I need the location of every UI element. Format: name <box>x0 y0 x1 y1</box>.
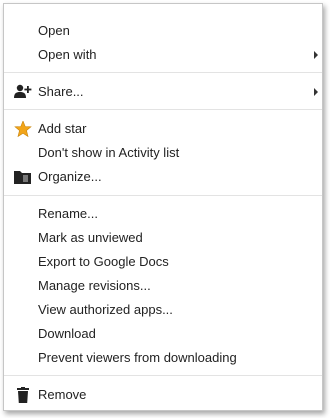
menu-item-organize[interactable]: Organize... <box>4 165 322 189</box>
export-docs-label: Export to Google Docs <box>38 254 169 269</box>
mark-unviewed-label: Mark as unviewed <box>38 230 143 245</box>
open-label: Open <box>38 23 70 38</box>
dont-show-label: Don't show in Activity list <box>38 145 180 160</box>
add-person-icon <box>14 84 32 100</box>
star-icon <box>14 120 32 138</box>
rename-label: Rename... <box>38 206 98 221</box>
menu-item-view-authorized-apps[interactable]: View authorized apps... <box>4 298 322 322</box>
menu-item-mark-unviewed[interactable]: Mark as unviewed <box>4 226 322 250</box>
download-label: Download <box>38 326 96 341</box>
menu-item-remove[interactable]: Remove <box>4 383 322 407</box>
view-apps-label: View authorized apps... <box>38 302 173 317</box>
menu-item-open[interactable]: Open <box>4 19 322 43</box>
folder-icon <box>14 169 32 185</box>
menu-item-open-with[interactable]: Open with <box>4 43 322 67</box>
menu-item-export-google-docs[interactable]: Export to Google Docs <box>4 250 322 274</box>
context-menu: Open Open with Share... Add star Don't s… <box>3 3 323 411</box>
open-with-label: Open with <box>38 47 97 62</box>
menu-item-prevent-download[interactable]: Prevent viewers from downloading <box>4 346 322 370</box>
submenu-arrow-icon <box>314 51 318 59</box>
menu-item-rename[interactable]: Rename... <box>4 202 322 226</box>
share-label: Share... <box>38 84 84 99</box>
separator <box>4 109 322 110</box>
menu-item-manage-revisions[interactable]: Manage revisions... <box>4 274 322 298</box>
separator <box>4 72 322 73</box>
menu-item-dont-show-activity[interactable]: Don't show in Activity list <box>4 141 322 165</box>
manage-revisions-label: Manage revisions... <box>38 278 151 293</box>
menu-item-download[interactable]: Download <box>4 322 322 346</box>
remove-label: Remove <box>38 387 87 402</box>
organize-label: Organize... <box>38 169 102 184</box>
menu-item-add-star[interactable]: Add star <box>4 117 322 141</box>
prevent-download-label: Prevent viewers from downloading <box>38 350 237 365</box>
add-star-label: Add star <box>38 121 87 136</box>
separator <box>4 375 322 376</box>
menu-item-share[interactable]: Share... <box>4 80 322 104</box>
separator <box>4 195 322 196</box>
submenu-arrow-icon <box>314 88 318 96</box>
trash-icon <box>14 387 32 403</box>
